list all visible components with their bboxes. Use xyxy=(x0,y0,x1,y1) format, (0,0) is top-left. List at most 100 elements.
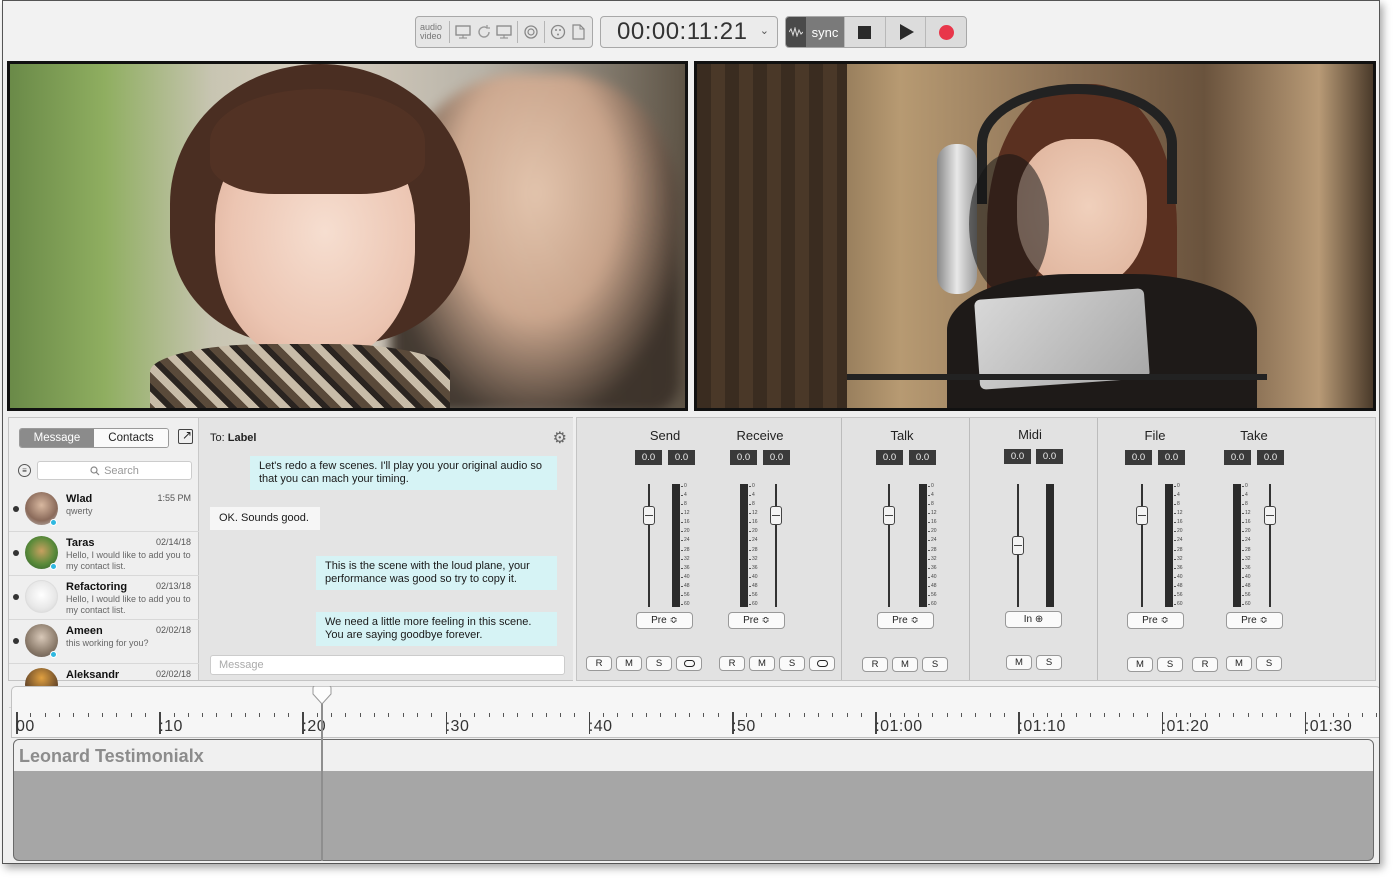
meter-scale-label: 4 xyxy=(928,492,934,499)
contact-date: 1:55 PM xyxy=(157,493,191,503)
play-button[interactable] xyxy=(884,17,926,47)
send-solo-button[interactable]: S xyxy=(646,656,672,671)
meter-scale-label: 4 xyxy=(681,492,687,499)
receive-pre-selector[interactable]: Pre ≎ xyxy=(728,612,785,629)
talk-value-right: 0.0 xyxy=(909,450,936,465)
receive-link-button[interactable] xyxy=(809,656,835,671)
midi-solo-button[interactable]: S xyxy=(1036,655,1062,670)
receive-record-button[interactable]: R xyxy=(719,656,745,671)
meter-scale-label: 28 xyxy=(749,546,758,553)
clock-icon[interactable] xyxy=(522,21,540,43)
message-input[interactable]: Message xyxy=(210,655,565,675)
chevron-down-icon[interactable]: ⌄ xyxy=(760,24,769,37)
midi-input-selector[interactable]: In ⊕ xyxy=(1005,611,1062,628)
video-preview-left[interactable] xyxy=(7,61,688,411)
meter-icon[interactable] xyxy=(549,21,567,43)
ruler-minor-tick xyxy=(918,713,920,717)
ruler-minor-tick xyxy=(359,713,361,717)
meter-scale-label: 20 xyxy=(1242,528,1251,535)
ruler-minor-tick xyxy=(946,713,948,717)
file-pre-selector[interactable]: Pre ≎ xyxy=(1127,612,1184,629)
waveform-icon[interactable] xyxy=(786,17,806,47)
mic-stand xyxy=(847,374,1267,380)
send-mute-button[interactable]: M xyxy=(616,656,642,671)
ruler-minor-tick xyxy=(1376,713,1378,717)
ruler-minor-tick xyxy=(817,713,819,717)
send-meter-scale: 0 4 8 12 16 20 24 28 32 36 40 48 56 60 xyxy=(681,484,696,607)
send-fader-knob[interactable] xyxy=(643,506,655,525)
midi-mute-button[interactable]: M xyxy=(1006,655,1032,670)
midi-fader-knob[interactable] xyxy=(1012,536,1024,555)
talk-pre-selector[interactable]: Pre ≎ xyxy=(877,612,934,629)
display-icon[interactable] xyxy=(495,21,513,43)
receive-value-left: 0.0 xyxy=(730,450,757,465)
meter-scale-label: 32 xyxy=(1242,555,1251,562)
talk-level-meter xyxy=(919,484,927,607)
talk-fader-knob[interactable] xyxy=(883,506,895,525)
contact-item-ameen[interactable]: Ameen 02/02/18 this working for you? xyxy=(9,620,199,664)
take-mute-button[interactable]: M xyxy=(1226,656,1252,671)
meter-scale-label: 60 xyxy=(749,601,758,607)
channel-title-receive: Receive xyxy=(736,428,784,443)
timeline-track[interactable]: Leonard Testimonialx xyxy=(13,739,1374,861)
take-value-right: 0.0 xyxy=(1257,450,1284,465)
ruler-minor-tick xyxy=(230,713,232,717)
compose-icon[interactable]: ↗ xyxy=(178,429,193,444)
contact-item-taras[interactable]: Taras 02/14/18 Hello, I would like to ad… xyxy=(9,532,199,576)
talk-record-button[interactable]: R xyxy=(862,657,888,672)
search-input[interactable]: Search xyxy=(37,461,192,480)
audio-video-toggle[interactable]: audio video xyxy=(420,23,445,41)
talk-solo-button[interactable]: S xyxy=(922,657,948,672)
file-fader-knob[interactable] xyxy=(1136,506,1148,525)
receive-solo-button[interactable]: S xyxy=(779,656,805,671)
send-pre-selector[interactable]: Pre ≎ xyxy=(636,612,693,629)
gear-icon[interactable]: ⚙ xyxy=(553,428,567,448)
file-mute-button[interactable]: M xyxy=(1127,657,1153,672)
mixer-section-send-receive: Send 0.0 0.0 0 4 8 12 16 20 24 28 32 36 40 48 56 60 P… xyxy=(577,418,842,680)
main-figure-bangs xyxy=(210,89,425,194)
ruler-minor-tick xyxy=(173,713,175,717)
ruler-minor-tick xyxy=(560,713,562,717)
contact-preview: Hello, I would like to add you to my con… xyxy=(66,594,191,615)
filter-icon[interactable]: ≡ xyxy=(18,464,31,477)
send-link-button[interactable] xyxy=(676,656,702,671)
sync-button[interactable]: sync xyxy=(806,17,844,47)
meter-scale-label: 48 xyxy=(928,582,937,589)
send-level-meter xyxy=(672,484,680,607)
meter-scale-label: 40 xyxy=(749,573,758,580)
ruler-minor-tick xyxy=(116,713,118,717)
file-solo-button[interactable]: S xyxy=(1157,657,1183,672)
take-pre-selector[interactable]: Pre ≎ xyxy=(1226,612,1283,629)
file-icon[interactable] xyxy=(570,21,588,43)
ruler-minor-tick xyxy=(860,713,862,717)
tab-contacts[interactable]: Contacts xyxy=(94,429,168,447)
receive-level-meter xyxy=(740,484,748,607)
talk-mute-button[interactable]: M xyxy=(892,657,918,672)
contact-item-wlad[interactable]: Wlad 1:55 PM qwerty xyxy=(9,488,199,532)
video-preview-right[interactable] xyxy=(694,61,1376,411)
contact-item-refactoring[interactable]: Refactoring 02/13/18 Hello, I would like… xyxy=(9,576,199,620)
tab-message[interactable]: Message xyxy=(20,429,94,447)
monitor-icon[interactable] xyxy=(454,21,472,43)
ruler-minor-tick xyxy=(1333,713,1335,717)
ruler-minor-tick xyxy=(87,713,89,717)
playhead-handle[interactable] xyxy=(312,686,332,706)
receive-mute-button[interactable]: M xyxy=(749,656,775,671)
take-solo-button[interactable]: S xyxy=(1256,656,1282,671)
ruler-minor-tick xyxy=(631,713,633,717)
refresh-icon[interactable] xyxy=(474,21,492,43)
stop-button[interactable] xyxy=(844,17,885,47)
unread-dot xyxy=(13,638,19,644)
search-placeholder: Search xyxy=(104,464,139,477)
meter-scale-label: 24 xyxy=(749,537,758,544)
take-fader-knob[interactable] xyxy=(1264,506,1276,525)
contact-name: Wlad xyxy=(66,493,93,505)
ruler-minor-tick xyxy=(187,713,189,717)
meter-scale-label: 48 xyxy=(749,582,758,589)
timecode-display[interactable]: 00:00:11:21 ⌄ xyxy=(600,16,778,48)
receive-fader-knob[interactable] xyxy=(770,506,782,525)
record-button[interactable] xyxy=(925,17,966,47)
take-record-button[interactable]: R xyxy=(1192,657,1218,672)
send-record-button[interactable]: R xyxy=(586,656,612,671)
time-ruler[interactable]: 00:10:20:30:40:50:01:00:01:10:01:20:01:3… xyxy=(11,686,1379,738)
